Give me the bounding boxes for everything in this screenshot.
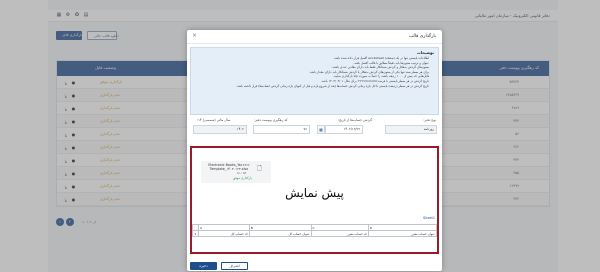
- preview-title: پیش نمایش: [285, 186, 344, 200]
- tracking-code-label: کد رهگیری پیوست دفتر:: [254, 118, 288, 122]
- help-box: توضیحات اطلاعات بایستی تنها در یک (صفحه)…: [190, 47, 439, 115]
- tracking-code-input[interactable]: ۷۶: [253, 125, 310, 134]
- help-title: توضیحات: [416, 50, 434, 55]
- save-button[interactable]: ذخیره: [190, 262, 217, 270]
- uploaded-file-card[interactable]: Electronic Books_Ya۶۶۶۶۶ Template_۱۴۰۳۰۱…: [201, 161, 271, 183]
- fiscal-year-label: سال مالی (شمسی) ۱۴:: [197, 118, 231, 122]
- help-list: اطلاعات بایستی تنها در یک (صفحه) workshe…: [195, 56, 434, 88]
- ledger-type-select[interactable]: روزنامه: [385, 125, 437, 134]
- upload-status-link[interactable]: بارگذاری موفق: [233, 176, 252, 180]
- table-row: 1 کد حساب کل عنوان حساب کل کد حساب معین …: [192, 230, 438, 237]
- sheet-tab[interactable]: Sheet1: [423, 216, 435, 220]
- help-item: تاریخ گردش در هر سطر (ردیف) بایستی داخل …: [195, 84, 429, 89]
- ledger-type-label: نوع دفتر:: [423, 118, 436, 122]
- dialog-header: × بارگذاری قالب: [187, 30, 442, 44]
- fiscal-year-input[interactable]: ۱۴۰۲: [193, 125, 247, 134]
- grid-cell: عنوان حساب کل: [248, 230, 312, 237]
- grid-cell: عنوان حساب معین: [367, 230, 438, 237]
- period-to-input[interactable]: ۱۴۰۲/۱۲/۲۹: [325, 125, 363, 134]
- period-label: گردش حساب‌ها از تاریخ:: [337, 118, 372, 122]
- file-size: ۵۹.۱ KB: [237, 172, 247, 175]
- spreadsheet-preview: A B C D 1 کد حساب کل عنوان حساب کل کد حس…: [192, 224, 438, 237]
- calendar-icon[interactable]: ▦: [317, 125, 325, 134]
- upload-template-dialog: × بارگذاری قالب توضیحات اطلاعات بایستی ت…: [187, 30, 442, 271]
- file-icon: 🗋: [257, 165, 262, 172]
- preview-panel: Electronic Books_Ya۶۶۶۶۶ Template_۱۴۰۳۰۱…: [190, 146, 439, 254]
- grid-cell: کد حساب معین: [310, 230, 369, 237]
- close-icon[interactable]: ×: [192, 33, 197, 39]
- grid-cell: کد حساب کل: [198, 230, 250, 237]
- cancel-button[interactable]: انصراف: [221, 262, 248, 270]
- dialog-title: بارگذاری قالب: [409, 34, 436, 39]
- file-name: Electronic Books_Ya۶۶۶۶۶ Template_۱۴۰۳۰۱…: [208, 163, 250, 172]
